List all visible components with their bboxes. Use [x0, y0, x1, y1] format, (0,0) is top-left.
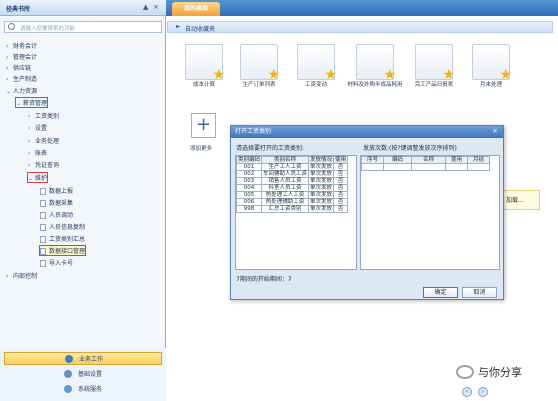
business-icon — [65, 354, 73, 363]
tree-item-mgmt-accounting[interactable]: › 管理会计 — [6, 52, 37, 61]
document-icon — [40, 260, 46, 267]
tree-item-reports[interactable]: › 账表 — [28, 148, 47, 157]
table-row[interactable]: 003 销售人员工资 单次发放否 — [235, 177, 349, 185]
tree-item-internal-control[interactable]: › 内部控制 — [6, 271, 37, 280]
nav-system-service[interactable]: 系统服务 — [4, 382, 162, 395]
expand-icon[interactable]: ► — [176, 23, 181, 30]
document-icon — [40, 248, 46, 255]
tree-item-supply-chain[interactable]: › 供应链 — [6, 63, 31, 72]
ok-button[interactable]: 确定 — [423, 287, 458, 298]
tree-item-hr[interactable]: ⌄ 人力资源 — [6, 86, 37, 95]
tree-item-settings[interactable]: › 设置 — [28, 123, 47, 132]
tree-item-payroll[interactable]: ⌄ 薪资管理 — [14, 97, 49, 108]
table-row[interactable]: 006 热处理辅助工资 单次发放否 — [235, 198, 349, 206]
document-icon — [40, 236, 46, 243]
tree-item-type-summary[interactable]: 工资类别汇总 — [40, 234, 85, 243]
wechat-icon — [456, 365, 474, 379]
close-icon[interactable]: × — [492, 127, 498, 135]
col-use: 使用 — [333, 156, 349, 164]
tree-item-voucher[interactable]: › 凭证查询 — [28, 160, 59, 169]
nav-basic-settings[interactable]: 基础设置 — [4, 367, 162, 380]
payment-times-list — [360, 155, 500, 270]
cost-calc-button[interactable]: ★ — [185, 44, 225, 82]
col-month-close: 月结 — [467, 156, 490, 164]
scroll-left-icon[interactable]: ‹ — [462, 387, 472, 397]
tree-item-payroll-type[interactable]: › 工资类别 — [28, 111, 59, 120]
fn-label: 生产订单列表 — [242, 82, 276, 88]
materials-button[interactable]: ★ — [356, 44, 396, 82]
add-more-label: 添加更多 — [190, 146, 213, 152]
tree-item-manufacturing[interactable]: › 生产制造 — [6, 74, 37, 83]
daily-report-button[interactable]: ★ — [415, 44, 455, 82]
search-icon — [8, 23, 15, 30]
left-list-label: 请选择要打开的工资类别: — [236, 145, 305, 152]
col-seq: 序号 — [361, 156, 384, 164]
cancel-button[interactable]: 取消 — [462, 287, 497, 298]
collapse-icon[interactable]: × — [153, 3, 159, 11]
tree-item-staff-copy[interactable]: 人员信息复制 — [40, 222, 85, 231]
document-icon — [40, 224, 46, 231]
dialog-title: 打开工资类别 — [231, 126, 503, 138]
table-row[interactable]: 004 科室人员工资 单次发放否 — [235, 184, 349, 192]
scroll-right-icon[interactable]: › — [478, 387, 488, 397]
settings-icon — [64, 369, 72, 378]
col-code: 类别编码 — [235, 156, 263, 164]
col-name: 类别名称 — [261, 156, 310, 164]
salary-change-button[interactable]: ★ — [297, 44, 337, 82]
right-list-label: 发放次数:(按?键调整发放次序排列) — [363, 145, 457, 152]
col-use: 使用 — [445, 156, 468, 164]
nav-business[interactable]: 业务工作 — [4, 352, 162, 365]
tab-bar — [166, 0, 558, 16]
fn-label: 工资变动 — [304, 82, 327, 88]
table-row[interactable]: 998 汇总工资类别 单次发放否 — [235, 205, 349, 213]
tree-item-business[interactable]: › 业务处理 — [28, 136, 59, 145]
payment-times-table: 序号 编码 名称 使用 月结 — [361, 156, 490, 171]
document-icon — [40, 188, 46, 195]
fn-label: 成本计算 — [192, 82, 215, 88]
fn-label: 材料及外购半成品耗用 — [347, 82, 403, 88]
fn-label: 月末处理 — [479, 82, 502, 88]
service-icon — [64, 384, 72, 393]
loading-tooltip: 加载... — [500, 190, 540, 210]
tree-item-data-report[interactable]: 数据上报 — [40, 186, 73, 195]
pin-icon[interactable]: ▲ — [143, 3, 148, 11]
tab-my-desktop[interactable]: 我的桌面 — [172, 2, 220, 16]
tree-item-data-interface[interactable]: 数据接口管理 — [38, 245, 87, 256]
document-icon — [40, 200, 46, 207]
favorites-title: 自动收藏夹 — [185, 26, 216, 33]
add-more-button[interactable]: + — [191, 113, 216, 138]
document-icon — [40, 212, 46, 219]
favorites-bar — [167, 21, 553, 33]
tree-item-data-collect[interactable]: 数据采集 — [40, 198, 73, 207]
month-end-button[interactable]: ★ — [472, 44, 512, 82]
fn-label: 完工产品日报表 — [414, 82, 454, 88]
period-status: 7期间的开始期间：7 — [236, 276, 292, 283]
search-placeholder: 请输入您要搜索的功能 — [20, 26, 76, 32]
table-row[interactable]: 005 热处理工人工资 单次发放否 — [235, 191, 349, 199]
table-row[interactable]: 002 车间辅助人员工资 单次发放否 — [235, 170, 349, 178]
payroll-type-table: 类别编码 类别名称 发放情况 使用 001 生产工人工资 单次发放否 002 车间辅助… — [235, 156, 349, 213]
table-row[interactable]: 001 生产工人工资 单次发放否 — [235, 163, 349, 171]
col-name: 名称 — [411, 156, 446, 164]
col-status: 发放情况 — [308, 156, 335, 164]
table-row[interactable] — [361, 163, 490, 171]
tree-item-finance[interactable]: › 财务会计 — [6, 41, 37, 50]
tree-item-maintenance[interactable]: ⌄ 维护 — [26, 172, 49, 183]
watermark-text: 与你分享 — [478, 366, 522, 379]
watermark: 与你分享 — [456, 362, 556, 382]
tree-item-staff-transfer[interactable]: 人员调动 — [40, 210, 73, 219]
col-code: 编码 — [383, 156, 412, 164]
production-order-button[interactable]: ★ — [240, 44, 280, 82]
sidebar-title: 径典书所 — [6, 6, 31, 13]
tree-item-import-card[interactable]: 导入卡号 — [40, 258, 73, 267]
